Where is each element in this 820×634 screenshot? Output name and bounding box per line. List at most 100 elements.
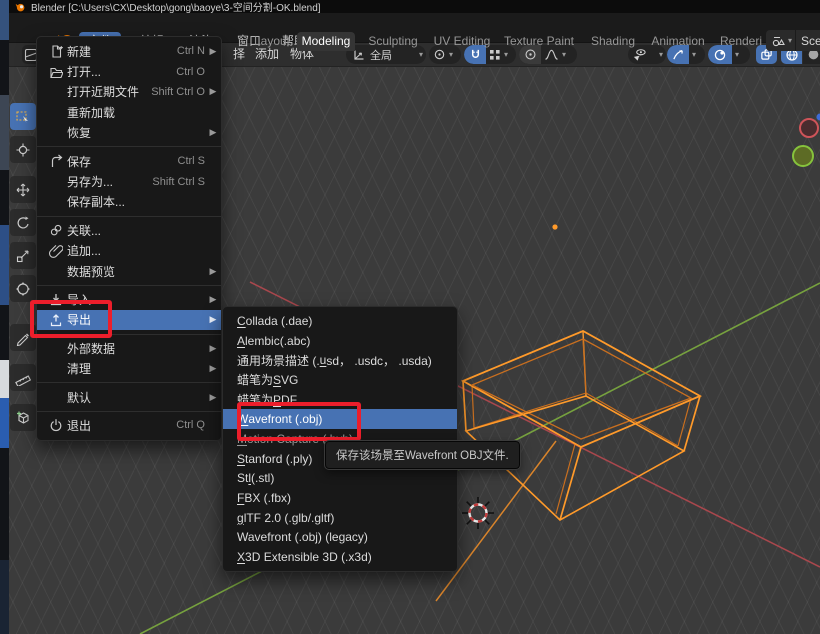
rotate-icon: [15, 215, 31, 231]
menu-item-label: 关联...: [67, 222, 205, 239]
chevron-down-icon: ▾: [732, 50, 742, 59]
file-menu-item-15[interactable]: 导出▶: [37, 310, 221, 330]
menu-separator: [37, 407, 221, 415]
menu-item-label: 打开...: [67, 63, 176, 80]
tool-select-box[interactable]: [10, 103, 36, 130]
file-menu-item-7[interactable]: 另存为...Shift Ctrl S: [37, 171, 221, 191]
tool-move[interactable]: [10, 176, 36, 203]
workspace-tab-shading[interactable]: Shading: [588, 32, 638, 51]
file-menu-item-20[interactable]: 默认▶: [37, 387, 221, 407]
workspace-tab-animation[interactable]: Animation: [648, 32, 708, 51]
chevron-down-icon: ▾: [446, 50, 456, 59]
chevron-down-icon: ▾: [416, 50, 426, 59]
export-menu-item-4[interactable]: 蜡笔为PDF: [223, 390, 457, 410]
submenu-arrow-icon: ▶: [207, 363, 219, 374]
file-menu-item-18[interactable]: 清理▶: [37, 358, 221, 378]
menu-item-label: 保存副本...: [67, 193, 205, 210]
submenu-arrow-icon: ▶: [207, 86, 219, 97]
workspace-tab-texture-paint[interactable]: Texture Paint: [500, 32, 578, 51]
menu-separator: [37, 379, 221, 387]
workspace-tab-layout[interactable]: Layout: [249, 32, 295, 51]
add-cube-icon: [15, 410, 31, 426]
tool-scale[interactable]: [10, 242, 36, 269]
file-menu-item-1[interactable]: 打开...Ctrl O: [37, 61, 221, 81]
export-menu-item-0[interactable]: Collada (.dae): [223, 311, 457, 331]
file-menu-item-14[interactable]: 导入▶: [37, 289, 221, 309]
annotate-icon: [15, 330, 31, 346]
file-menu-item-4[interactable]: 恢复▶: [37, 123, 221, 143]
menu-item-shortcut: Ctrl O: [176, 66, 205, 78]
new-icon: [37, 44, 67, 58]
menu-item-shortcut: Shift Ctrl O: [151, 86, 205, 98]
export-menu-item-1[interactable]: Alembic(.abc): [223, 331, 457, 351]
submenu-arrow-icon: ▶: [207, 343, 219, 354]
menu-item-label: 数据预览: [67, 263, 205, 280]
quit-icon: [37, 418, 67, 432]
chevron-down-icon: ▾: [559, 50, 569, 59]
link-icon: [37, 223, 67, 237]
chevron-down-icon: ▾: [689, 50, 699, 59]
tool-cursor[interactable]: [10, 136, 36, 163]
menu-item-label: 新建: [67, 43, 177, 60]
tool-add-cube[interactable]: [10, 404, 36, 431]
file-menu-item-3[interactable]: 重新加载: [37, 102, 221, 122]
export-menu-item-11[interactable]: Wavefront (.obj) (legacy): [223, 528, 457, 548]
menu-item-shortcut: Ctrl S: [178, 155, 206, 167]
scene-icon: [771, 34, 785, 48]
file-menu-item-10[interactable]: 关联...: [37, 220, 221, 240]
export-menu-item-5[interactable]: Wavefront (.obj): [223, 409, 457, 429]
submenu-arrow-icon: ▶: [207, 266, 219, 277]
workspace-tab-sculpting[interactable]: Sculpting: [364, 32, 422, 51]
menu-separator: [37, 330, 221, 338]
file-menu-item-6[interactable]: 保存Ctrl S: [37, 151, 221, 171]
submenu-arrow-icon: ▶: [207, 46, 219, 57]
tooltip: 保存该场景至Wavefront OBJ文件.: [325, 441, 520, 469]
file-menu-item-11[interactable]: 追加...: [37, 241, 221, 261]
chevron-down-icon: ▾: [656, 50, 666, 59]
menu-item-label: 重新加载: [67, 104, 205, 121]
export-menu-item-10[interactable]: glTF 2.0 (.glb/.gltf): [223, 508, 457, 528]
chevron-down-icon: ▾: [501, 50, 511, 59]
menu-separator: [37, 281, 221, 289]
tooltip-text: 保存该场景至Wavefront OBJ文件.: [336, 447, 509, 463]
tool-transform[interactable]: [10, 275, 36, 302]
file-menu-item-17[interactable]: 外部数据▶: [37, 338, 221, 358]
scene-selector[interactable]: ▾ Sce: [766, 30, 820, 51]
append-icon: [37, 244, 67, 258]
file-menu-dropdown: 新建Ctrl N▶打开...Ctrl O打开近期文件Shift Ctrl O▶重…: [36, 36, 222, 441]
tool-measure[interactable]: [10, 364, 36, 391]
scale-icon: [15, 248, 31, 264]
menu-item-shortcut: Ctrl N: [177, 45, 205, 57]
export-submenu: Collada (.dae)Alembic(.abc)通用场景描述 (.usd，…: [222, 306, 458, 572]
export-menu-item-2[interactable]: 通用场景描述 (.usd， .usdc， .usda): [223, 350, 457, 370]
export-menu-item-8[interactable]: Stl (.stl): [223, 469, 457, 489]
submenu-arrow-icon: ▶: [207, 127, 219, 138]
file-menu-item-12[interactable]: 数据预览▶: [37, 261, 221, 281]
chevron-down-icon: ▾: [785, 36, 795, 45]
transform-icon: [15, 281, 31, 297]
export-menu-item-3[interactable]: 蜡笔为SVG: [223, 370, 457, 390]
menu-item-label: 恢复: [67, 124, 205, 141]
file-menu-item-0[interactable]: 新建Ctrl N▶: [37, 41, 221, 61]
workspace-tab-uv-editing[interactable]: UV Editing: [430, 32, 494, 51]
menu-separator: [37, 212, 221, 220]
blender-window: Blender [C:\Users\CX\Desktop\gong\baoye\…: [0, 0, 820, 634]
workspace-tab-modeling[interactable]: Modeling: [297, 32, 355, 51]
title-bar: Blender [C:\Users\CX\Desktop\gong\baoye\…: [9, 0, 820, 13]
export-icon: [37, 313, 67, 327]
select-box-icon: [15, 109, 31, 125]
menu-item-label: 打开近期文件: [67, 83, 151, 100]
tool-annotate[interactable]: [10, 324, 36, 351]
scene-name: Sce: [796, 34, 820, 48]
workspace-tab-renderi[interactable]: Renderi: [718, 32, 764, 51]
file-menu-item-8[interactable]: 保存副本...: [37, 192, 221, 212]
menu-item-label: 导入: [67, 291, 205, 308]
file-menu-item-2[interactable]: 打开近期文件Shift Ctrl O▶: [37, 82, 221, 102]
file-menu-item-22[interactable]: 退出Ctrl Q: [37, 415, 221, 435]
export-menu-item-9[interactable]: FBX (.fbx): [223, 488, 457, 508]
export-menu-item-12[interactable]: X3D Extensible 3D (.x3d): [223, 547, 457, 567]
window-title: Blender [C:\Users\CX\Desktop\gong\baoye\…: [31, 0, 321, 13]
menu-item-shortcut: Shift Ctrl S: [152, 176, 205, 188]
measure-icon: [15, 370, 31, 386]
tool-rotate[interactable]: [10, 209, 36, 236]
